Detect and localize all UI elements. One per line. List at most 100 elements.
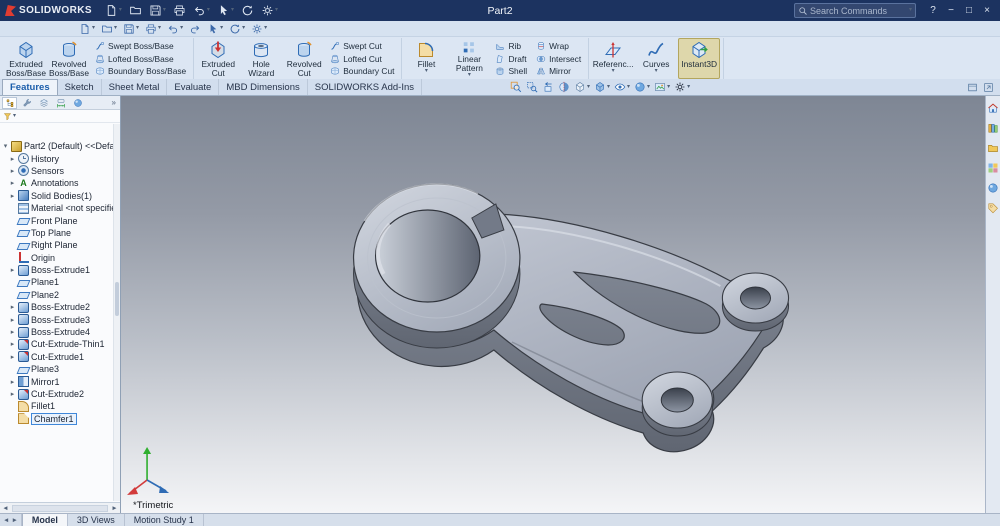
boundary-boss-base-button[interactable]: Boundary Boss/Base <box>93 65 188 77</box>
configurationmanager-tab[interactable] <box>36 97 51 109</box>
tree-item-chamfer1[interactable]: Chamfer1 <box>0 413 120 425</box>
shell-button[interactable]: Shell <box>493 65 529 77</box>
view-palette-button[interactable] <box>987 162 999 174</box>
tree-item-boss-extrude2[interactable]: ▸Boss-Extrude2 <box>0 301 120 313</box>
apply-scene-button[interactable]: ▾ <box>654 81 670 93</box>
redo-menubar-button[interactable] <box>188 23 202 35</box>
file-explorer-button[interactable] <box>987 142 999 154</box>
study-tab-motion-study-1[interactable]: Motion Study 1 <box>125 514 204 526</box>
lofted-boss-base-button[interactable]: Lofted Boss/Base <box>93 53 188 65</box>
search-box[interactable]: ▾ <box>794 3 916 18</box>
linear-pattern-button[interactable]: Linear Pattern▾ <box>448 38 490 79</box>
study-tab-model[interactable]: Model <box>22 514 68 526</box>
tab-evaluate[interactable]: Evaluate <box>167 79 219 95</box>
tree-item-boss-extrude4[interactable]: ▸Boss-Extrude4 <box>0 326 120 338</box>
previous-view-button[interactable] <box>542 81 554 93</box>
tree-item-mirror1[interactable]: ▸Mirror1 <box>0 375 120 387</box>
edit-appearance-button[interactable]: ▾ <box>634 81 650 93</box>
tab-scroll-right-button[interactable]: ► <box>11 517 17 524</box>
tree-item-right-plane[interactable]: Right Plane <box>0 239 120 251</box>
filter-caret-icon[interactable]: ▾ <box>13 114 16 119</box>
boundary-cut-button[interactable]: Boundary Cut <box>328 65 396 77</box>
expand-arrow-icon[interactable]: ▸ <box>9 378 16 386</box>
tree-item-cut-extrude1[interactable]: ▸Cut-Extrude1 <box>0 351 120 363</box>
solidworks-resources-button[interactable] <box>987 102 999 114</box>
wrap-button[interactable]: Wrap <box>534 40 583 52</box>
tree-item-plane1[interactable]: Plane1 <box>0 276 120 288</box>
display-pane-button[interactable] <box>967 82 978 93</box>
expand-arrow-icon[interactable]: ▸ <box>9 192 16 200</box>
lofted-cut-button[interactable]: Lofted Cut <box>328 53 396 65</box>
feature-tree-filter[interactable]: ▾ <box>0 110 120 123</box>
fillet-button[interactable]: Fillet▾ <box>405 38 447 79</box>
open-button[interactable] <box>127 3 144 18</box>
new-button[interactable]: ▾ <box>103 3 124 18</box>
tree-item-solid-bodies-1[interactable]: ▸Solid Bodies(1) <box>0 190 120 202</box>
hide-show-button[interactable]: ▾ <box>614 81 630 93</box>
expand-arrow-icon[interactable]: ▸ <box>9 167 16 175</box>
hscroll-left-button[interactable]: ◄ <box>0 505 11 512</box>
section-view-button[interactable] <box>558 81 570 93</box>
save-menubar-button[interactable]: ▾ <box>122 23 140 35</box>
new-menubar-button[interactable]: ▾ <box>78 23 96 35</box>
tab-mbd-dimensions[interactable]: MBD Dimensions <box>219 79 307 95</box>
save-button[interactable]: ▾ <box>147 3 168 18</box>
expand-arrow-icon[interactable]: ▸ <box>9 179 16 187</box>
undo-menubar-button[interactable]: ▾ <box>166 23 184 35</box>
instant3d-button[interactable]: Instant3D <box>678 38 720 79</box>
curves-button[interactable]: Curves▾ <box>635 38 677 79</box>
tree-item-front-plane[interactable]: Front Plane <box>0 214 120 226</box>
tree-item-cut-extrude2[interactable]: ▸Cut-Extrude2 <box>0 388 120 400</box>
tab-features[interactable]: Features <box>2 79 58 95</box>
hole-wizard-button[interactable]: Hole Wizard <box>240 38 282 79</box>
hscroll-track[interactable] <box>12 505 108 512</box>
expand-arrow-icon[interactable]: ▸ <box>9 340 16 348</box>
tree-item-plane3[interactable]: Plane3 <box>0 363 120 375</box>
fullscreen-button[interactable] <box>983 82 994 93</box>
expand-arrow-icon[interactable]: ▸ <box>9 353 16 361</box>
displaymanager-tab[interactable] <box>70 97 85 109</box>
tree-item-top-plane[interactable]: Top Plane <box>0 227 120 239</box>
tree-item-cut-extrude-thin1[interactable]: ▸Cut-Extrude-Thin1 <box>0 338 120 350</box>
print-menubar-button[interactable]: ▾ <box>144 23 162 35</box>
extruded-cut-button[interactable]: Extruded Cut <box>197 38 239 79</box>
expand-arrow-icon[interactable]: ▸ <box>9 390 16 398</box>
close-button[interactable]: × <box>981 5 993 16</box>
minimize-button[interactable]: − <box>945 5 957 16</box>
select-menubar-button[interactable]: ▾ <box>206 23 224 35</box>
tree-item-annotations[interactable]: ▸AAnnotations <box>0 177 120 189</box>
zoom-fit-button[interactable] <box>510 81 522 93</box>
hscroll-right-button[interactable]: ► <box>109 505 120 512</box>
tree-item-material-not-specified[interactable]: Material <not specified> <box>0 202 120 214</box>
tree-vertical-scrollbar[interactable] <box>113 124 120 501</box>
maximize-button[interactable]: □ <box>963 5 975 16</box>
undo-button[interactable]: ▾ <box>191 3 212 18</box>
tree-item-sensors[interactable]: ▸Sensors <box>0 165 120 177</box>
extruded-boss-base-button[interactable]: Extruded Boss/Base <box>5 38 47 79</box>
mirror-button[interactable]: Mirror <box>534 65 583 77</box>
rebuild-menubar-button[interactable]: ▾ <box>228 23 246 35</box>
tab-scroll-left-button[interactable]: ◄ <box>3 517 9 524</box>
referenc-button[interactable]: Referenc...▾ <box>592 38 634 79</box>
rebuild-button[interactable] <box>239 3 256 18</box>
tree-horizontal-scrollbar[interactable]: ◄ ► <box>0 502 120 513</box>
open-menubar-button[interactable]: ▾ <box>100 23 118 35</box>
graphics-area[interactable]: *Trimetric <box>121 96 985 513</box>
tree-vscroll-thumb[interactable] <box>115 282 119 316</box>
featuremanager-tab[interactable] <box>2 97 17 109</box>
swept-cut-button[interactable]: Swept Cut <box>328 40 396 52</box>
search-caret-icon[interactable]: ▾ <box>909 8 912 13</box>
tab-solidworks-add-ins[interactable]: SOLIDWORKS Add-Ins <box>308 79 422 95</box>
tree-item-part2-default-default-di[interactable]: ▾Part2 (Default) <<Default>_Di <box>0 140 120 152</box>
options-button[interactable]: ▾ <box>259 3 280 18</box>
study-tab-3d-views[interactable]: 3D Views <box>68 514 125 526</box>
tree-item-fillet1[interactable]: Fillet1 <box>0 400 120 412</box>
view-orientation-button[interactable]: ▾ <box>574 81 590 93</box>
tree-item-boss-extrude1[interactable]: ▸Boss-Extrude1 <box>0 264 120 276</box>
dimxpertmanager-tab[interactable] <box>53 97 68 109</box>
tree-item-history[interactable]: ▸History <box>0 152 120 164</box>
draft-button[interactable]: Draft <box>493 53 529 65</box>
zoom-area-button[interactable] <box>526 81 538 93</box>
expand-arrow-icon[interactable]: ▸ <box>9 266 16 274</box>
revolved-boss-base-button[interactable]: Revolved Boss/Base <box>48 38 90 79</box>
